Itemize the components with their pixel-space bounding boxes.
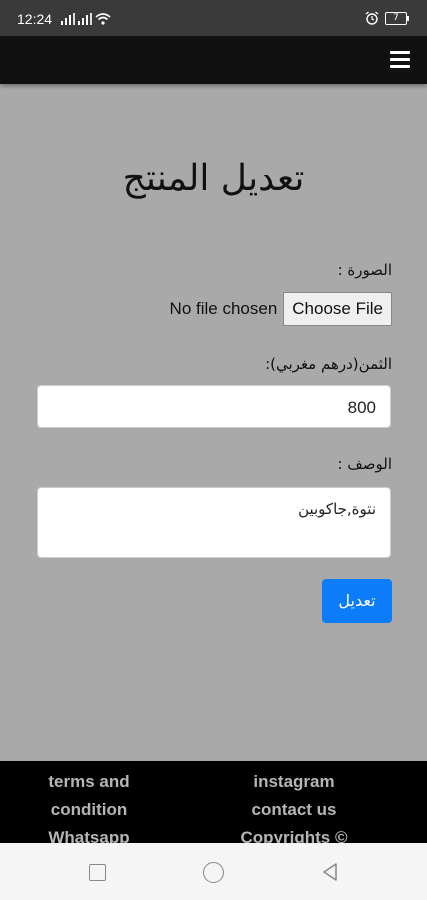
- file-status: No file chosen: [169, 299, 278, 318]
- status-time: 12:24: [17, 11, 53, 27]
- status-right: 7: [365, 11, 409, 25]
- wifi-icon: [95, 13, 111, 25]
- footer-link-contact[interactable]: contact us: [219, 800, 369, 820]
- description-input[interactable]: نتوة,جاكوبين: [37, 487, 391, 558]
- footer: terms and condition Whatsapp instagram c…: [0, 761, 427, 843]
- price-label: الثمن(درهم مغربي):: [265, 355, 392, 373]
- recents-square-icon[interactable]: [89, 864, 106, 881]
- back-triangle-icon[interactable]: [320, 862, 340, 882]
- file-input[interactable]: No file chosen Choose File: [170, 292, 392, 326]
- footer-link-condition[interactable]: condition: [14, 800, 164, 820]
- system-nav-bar: [0, 843, 427, 900]
- alarm-icon: [365, 11, 379, 25]
- price-input[interactable]: 800: [37, 385, 391, 428]
- signal-icon: [61, 13, 75, 25]
- signal-icon: [78, 13, 92, 25]
- page-title: تعديل المنتج: [122, 158, 305, 199]
- image-label: الصورة :: [337, 261, 392, 279]
- footer-copyright: Copyrights ©: [240, 828, 348, 843]
- navbar: [0, 36, 427, 84]
- home-circle-icon[interactable]: [203, 862, 224, 883]
- choose-file-button[interactable]: Choose File: [283, 292, 392, 326]
- footer-link-whatsapp[interactable]: Whatsapp: [14, 828, 164, 843]
- description-label: الوصف :: [337, 455, 392, 473]
- footer-link-instagram[interactable]: instagram: [219, 772, 369, 792]
- footer-link-terms[interactable]: terms and: [14, 772, 164, 792]
- submit-button[interactable]: تعديل: [322, 579, 392, 623]
- status-bar: 12:24 7: [0, 0, 427, 36]
- battery-icon: 7: [385, 11, 409, 25]
- hamburger-menu-icon[interactable]: [390, 51, 410, 71]
